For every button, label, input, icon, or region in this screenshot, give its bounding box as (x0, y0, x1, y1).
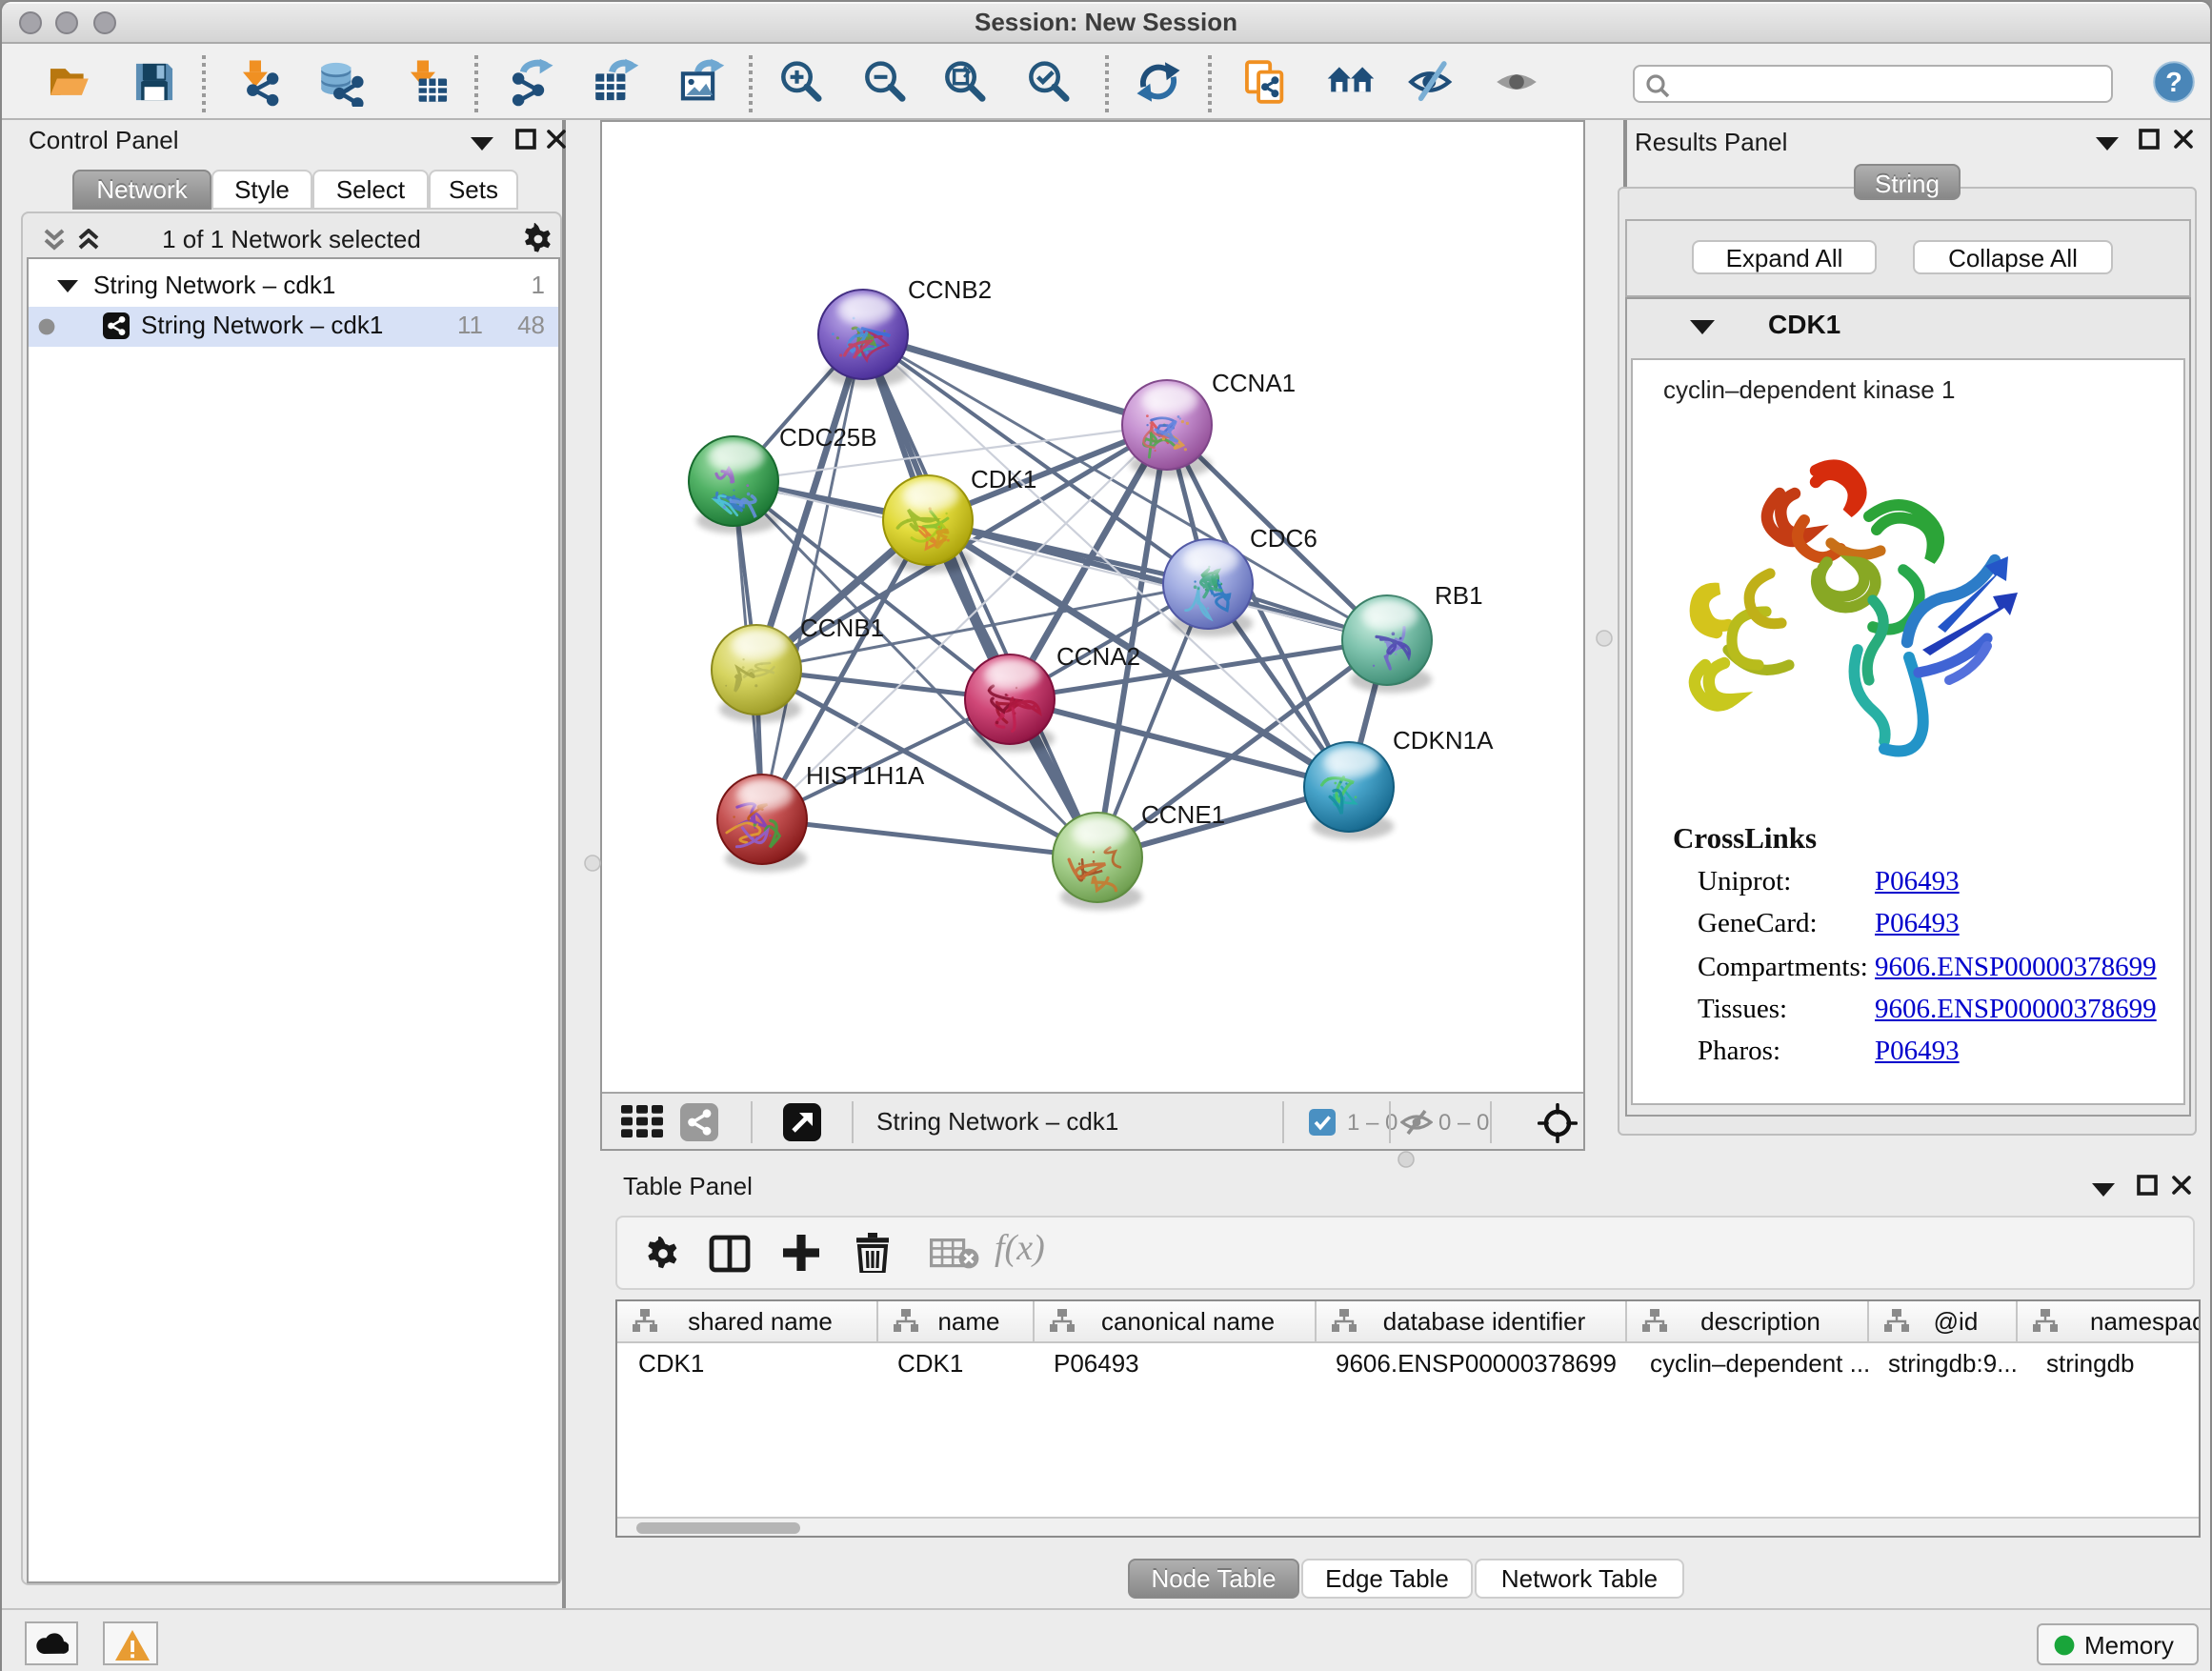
svg-text:CDK1: CDK1 (971, 465, 1036, 493)
svg-text:CDC25B: CDC25B (779, 423, 877, 452)
svg-text:CCNA2: CCNA2 (1056, 642, 1140, 671)
svg-text:CCNB1: CCNB1 (800, 614, 884, 642)
svg-text:RB1: RB1 (1435, 581, 1483, 610)
svg-text:?: ? (2165, 68, 2182, 98)
svg-text:HIST1H1A: HIST1H1A (806, 761, 925, 790)
svg-text:CDKN1A: CDKN1A (1393, 726, 1494, 755)
svg-text:CCNE1: CCNE1 (1141, 800, 1225, 829)
svg-text:CCNA1: CCNA1 (1212, 369, 1296, 397)
svg-text:CDC6: CDC6 (1250, 524, 1317, 553)
svg-text:CCNB2: CCNB2 (908, 275, 992, 304)
